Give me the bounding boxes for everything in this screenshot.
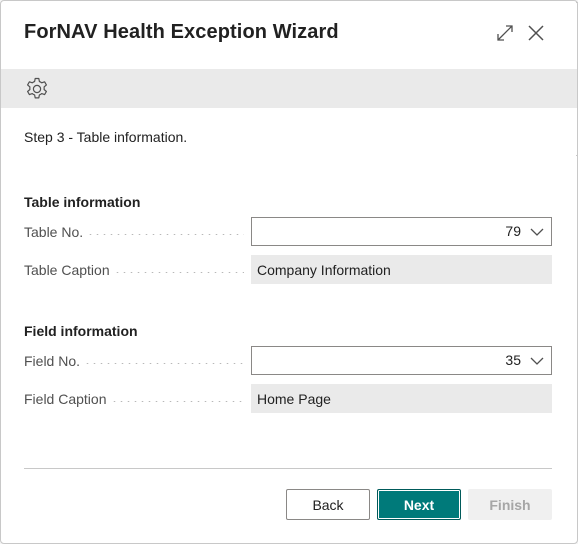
field-no-label: Field No. [24, 351, 244, 371]
chevron-down-icon[interactable] [530, 355, 544, 367]
field-info-heading: Field information [24, 323, 138, 339]
label-dots [84, 362, 244, 364]
table-caption-field: Company Information [251, 255, 552, 284]
field-no-label-text: Field No. [24, 353, 81, 369]
chevron-down-icon[interactable] [530, 226, 544, 238]
field-caption-label-text: Field Caption [24, 391, 107, 407]
label-dots [110, 400, 244, 402]
step-description: Step 3 - Table information. [24, 129, 188, 145]
footer-divider [24, 468, 552, 469]
table-no-value: 79 [505, 223, 521, 239]
wizard-dialog: ForNAV Health Exception Wizard Step 3 - … [0, 0, 578, 544]
table-no-label: Table No. [24, 222, 244, 242]
table-caption-label: Table Caption [24, 260, 244, 280]
label-dots [87, 233, 244, 235]
field-no-value: 35 [505, 352, 521, 368]
field-caption-label: Field Caption [24, 389, 244, 409]
dialog-titlebar: ForNAV Health Exception Wizard [1, 1, 577, 67]
finish-button[interactable]: Finish [468, 489, 552, 520]
expand-icon[interactable] [492, 20, 518, 46]
settings-button[interactable] [23, 76, 51, 102]
table-no-dropdown[interactable]: 79 [251, 217, 552, 246]
close-icon[interactable] [523, 20, 549, 46]
back-button[interactable]: Back [286, 489, 370, 520]
table-caption-label-text: Table Caption [24, 262, 110, 278]
next-button[interactable]: Next [377, 489, 461, 520]
table-caption-value: Company Information [257, 262, 391, 278]
action-bar [1, 69, 577, 108]
table-no-label-text: Table No. [24, 224, 84, 240]
dialog-title: ForNAV Health Exception Wizard [24, 21, 339, 43]
label-dots [113, 271, 244, 273]
table-info-heading: Table information [24, 194, 141, 210]
close-x-icon [528, 25, 544, 41]
field-no-dropdown[interactable]: 35 [251, 346, 552, 375]
expand-diagonal-icon [497, 25, 513, 41]
gear-icon [27, 77, 47, 99]
field-caption-field: Home Page [251, 384, 552, 413]
field-caption-value: Home Page [257, 391, 331, 407]
